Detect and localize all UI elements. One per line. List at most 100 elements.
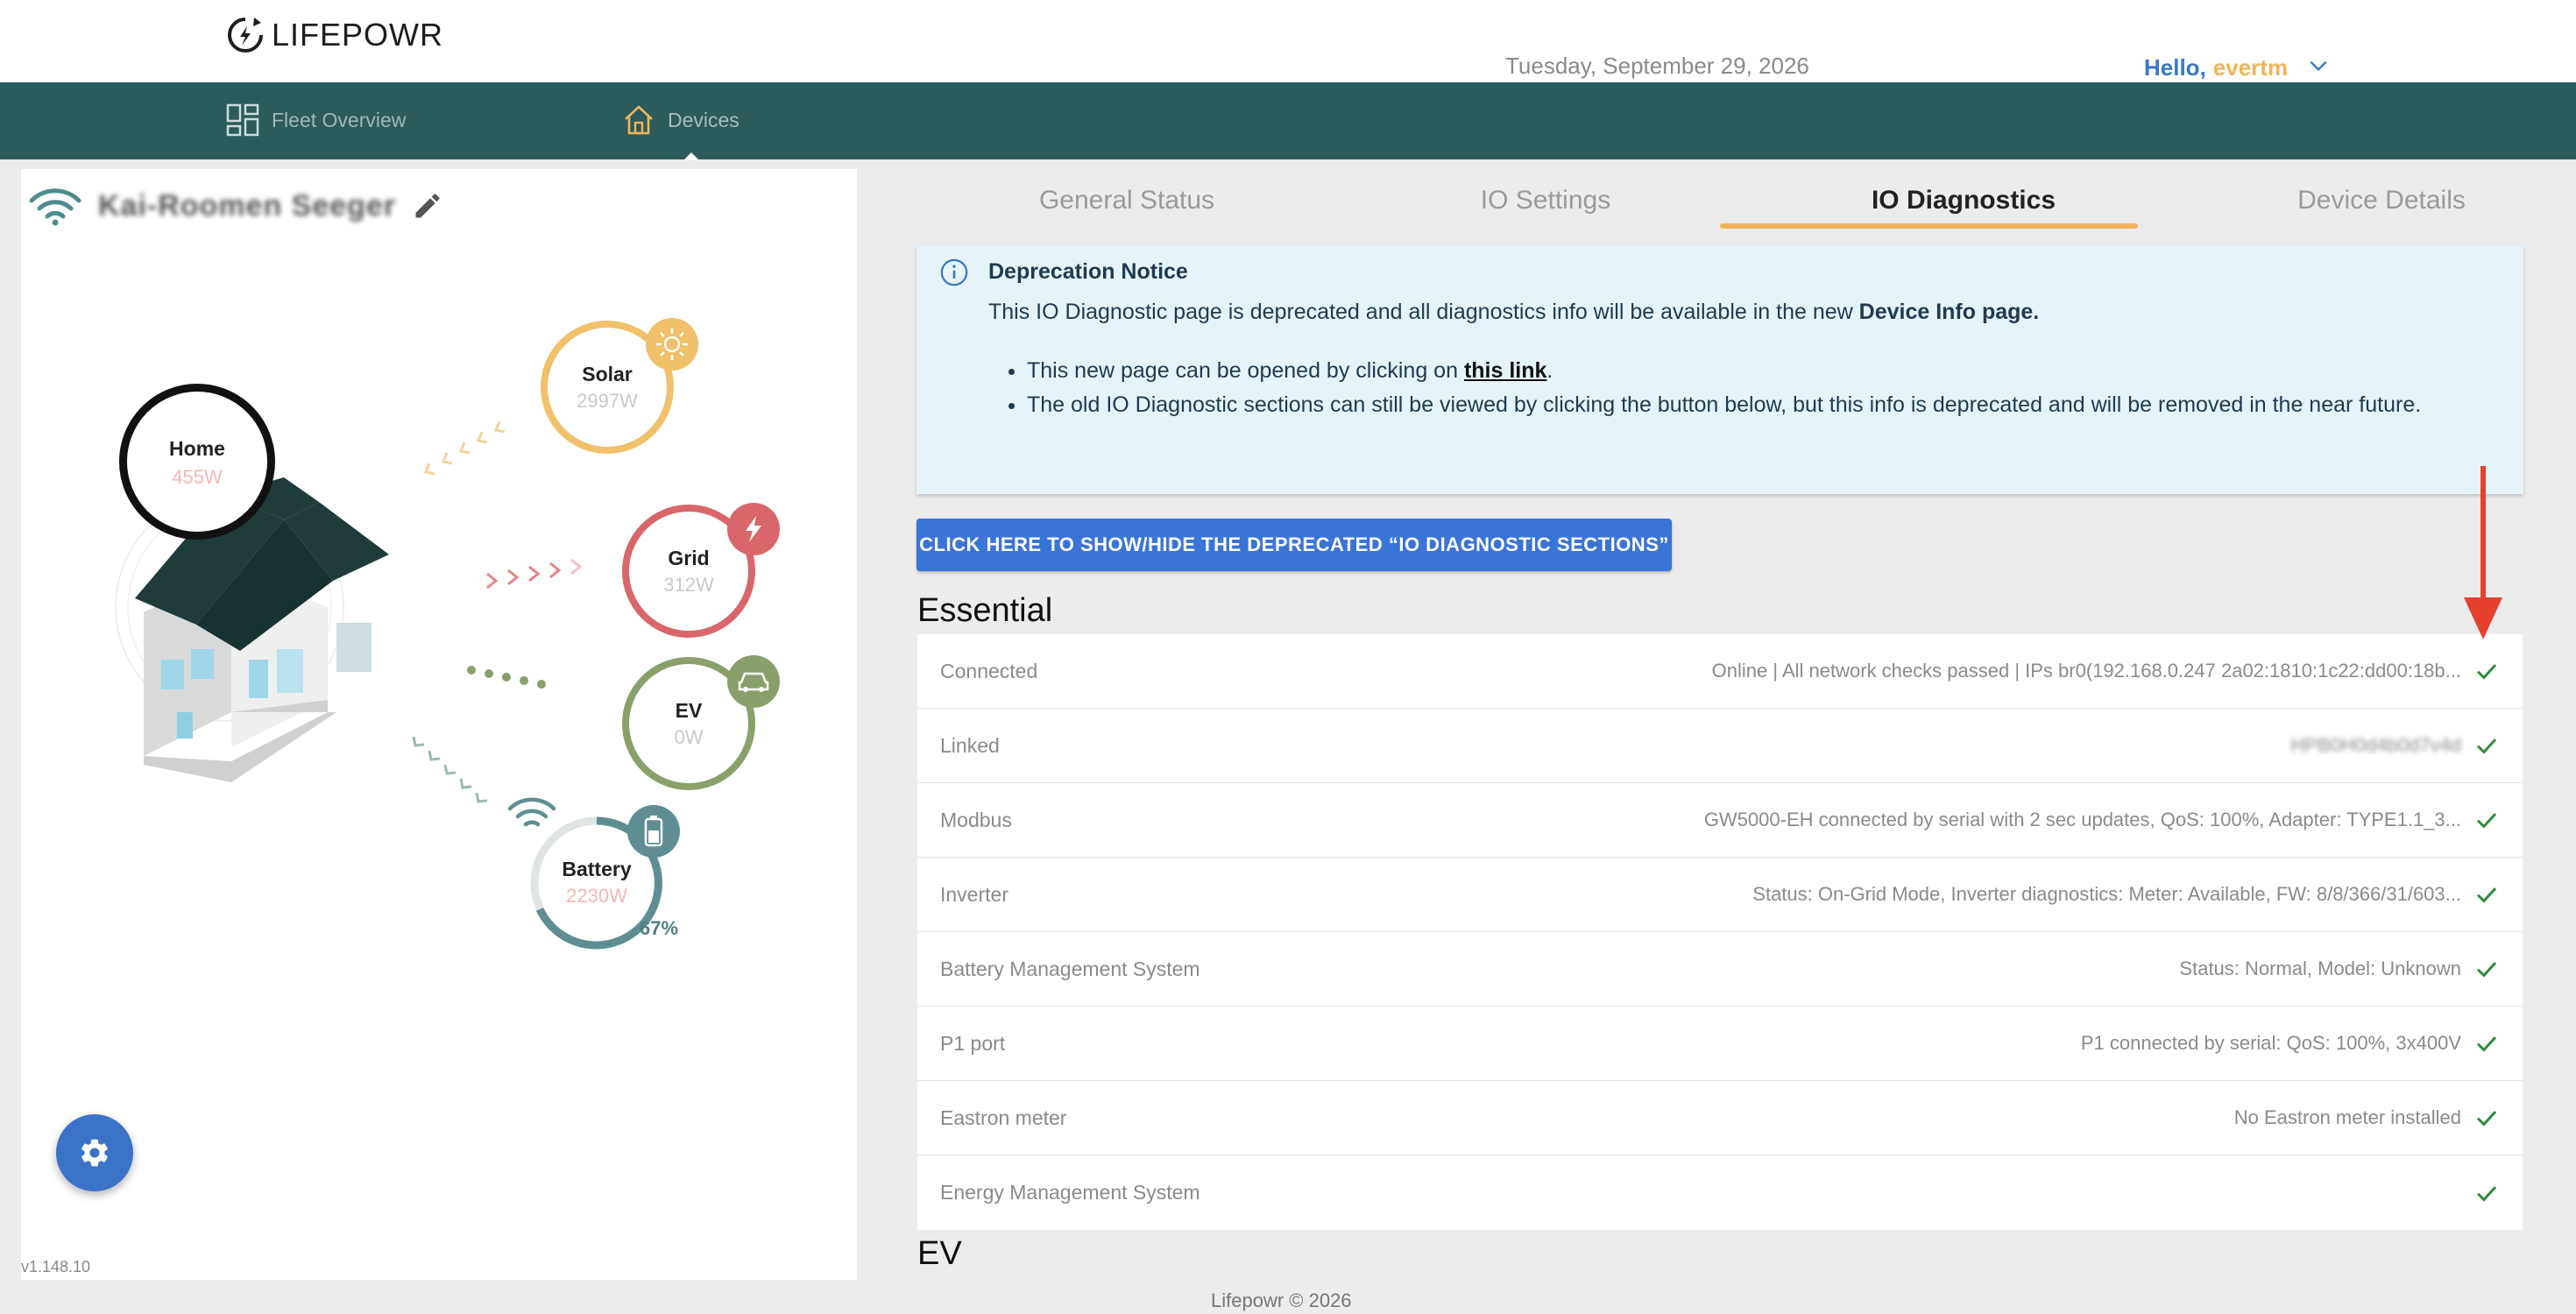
dashboard-icon: [226, 103, 259, 137]
solar-flow-chevrons: [423, 420, 506, 476]
greeting-text: Hello,: [2144, 54, 2206, 81]
diag-value: P1 connected by serial: QoS: 100%, 3x400…: [2080, 1032, 2461, 1054]
diag-label: Modbus: [940, 808, 1012, 831]
gear-icon: [81, 1139, 108, 1167]
diag-row-inverter: Inverter Status: On-Grid Mode, Inverter d…: [917, 858, 2523, 932]
user-menu[interactable]: Hello, evertm: [2144, 54, 2330, 81]
notice-bullets: This new page can be opened by clicking …: [1027, 354, 2490, 422]
diag-status: No Eastron meter installed: [2234, 1105, 2500, 1131]
grid-flow-chevrons: [486, 558, 583, 590]
diag-row-battery-management-system: Battery Management System Status: Normal,…: [917, 932, 2523, 1007]
car-icon: [727, 655, 780, 708]
battery-percent: 67%: [640, 917, 679, 939]
checkmark-icon: [2476, 1185, 2497, 1202]
battery-title: Battery: [562, 858, 632, 880]
diag-value: No Eastron meter installed: [2233, 1106, 2461, 1128]
diag-row-eastron-meter: Eastron meter No Eastron meter installed: [917, 1081, 2523, 1155]
diag-label: Linked: [940, 733, 1000, 757]
red-annotation-arrow: [2464, 466, 2502, 639]
lifepowr-logo-icon: [228, 18, 263, 53]
active-tab-indicator: [1720, 223, 2138, 229]
settings-button[interactable]: [56, 1114, 133, 1191]
footer-copyright: Lifepowr © 2026: [1211, 1289, 1352, 1311]
checkmark-icon: [2476, 664, 2497, 680]
section-title-essential: Essential: [917, 592, 1053, 629]
top-header: LIFEPOWR Tuesday, September 29, 2026 Hel…: [0, 0, 2576, 82]
solar-value: 2997W: [577, 390, 638, 412]
chevron-down-icon[interactable]: [2307, 54, 2330, 77]
diag-label: Inverter: [940, 882, 1008, 906]
bullet-1-end: .: [1546, 358, 1553, 383]
diag-row-energy-management-system: Energy Management System: [917, 1155, 2523, 1230]
ev-flow-dots: [467, 666, 546, 689]
tab-general-status[interactable]: General Status: [917, 186, 1336, 215]
device-info-link[interactable]: this link: [1464, 358, 1546, 383]
diag-value: Status: Normal, Model: Unknown: [2179, 957, 2461, 979]
battery-flow-chevrons: [412, 736, 488, 803]
diag-row-modbus: Modbus GW5000-EH connected by serial with…: [917, 783, 2523, 858]
main-nav: Fleet Overview Devices: [0, 82, 2576, 159]
lightning-icon: [727, 503, 780, 555]
bullet-1-text: This new page can be opened by clicking …: [1027, 358, 1464, 383]
checkmark-icon: [2476, 887, 2497, 903]
notice-body: This IO Diagnostic page is deprecated an…: [988, 300, 2039, 325]
toggle-deprecated-sections-button[interactable]: Click here to show/hide the deprecated “…: [916, 519, 1672, 571]
grid-title: Grid: [668, 547, 710, 569]
logo[interactable]: LIFEPOWR: [224, 14, 443, 56]
grid-value: 312W: [663, 574, 714, 596]
username: evertm: [2212, 54, 2289, 81]
battery-wifi-icon: [507, 797, 556, 827]
nav-fleet-label: Fleet Overview: [272, 108, 407, 131]
home-title: Home: [169, 437, 225, 460]
battery-icon: [627, 805, 680, 858]
ev-title: EV: [675, 699, 703, 722]
notice-bullet-2: The old IO Diagnostic sections can still…: [1027, 388, 2490, 422]
ev-value: 0W: [674, 726, 704, 748]
nav-devices[interactable]: Devices: [622, 103, 740, 137]
checkmark-icon: [2476, 1111, 2497, 1127]
notice-bullet-1: This new page can be opened by clicking …: [1027, 354, 2490, 388]
tab-device-details[interactable]: Device Details: [2172, 186, 2576, 215]
section-title-ev: EV: [917, 1235, 962, 1272]
diag-row-connected: Connected Online | All network checks pas…: [917, 634, 2523, 709]
sun-icon: [646, 318, 698, 371]
diag-label: P1 port: [940, 1031, 1006, 1055]
notice-body-bold: Device Info page.: [1858, 300, 2040, 324]
home-icon: [625, 105, 653, 135]
diag-value: Status: On-Grid Mode, Inverter diagnosti…: [1752, 883, 2461, 905]
home-node[interactable]: Home 455W: [119, 384, 275, 540]
diag-label: Battery Management System: [940, 957, 1200, 980]
solar-title: Solar: [582, 363, 633, 385]
essential-diagnostics-list: Connected Online | All network checks pas…: [917, 634, 2523, 1230]
nav-fleet-overview[interactable]: Fleet Overview: [226, 103, 406, 137]
logo-text: LIFEPOWR: [272, 17, 444, 53]
app-version: v1.148.10: [21, 1258, 91, 1275]
diag-status: HPB0H0d4b0d7v4d: [2291, 732, 2500, 759]
checkmark-icon: [2476, 813, 2497, 829]
checkmark-icon: [2476, 962, 2497, 978]
diag-status: Online | All network checks passed | IPs…: [1712, 658, 2500, 684]
diag-status: Status: On-Grid Mode, Inverter diagnosti…: [1752, 881, 2500, 908]
tab-io-settings[interactable]: IO Settings: [1336, 186, 1755, 215]
diag-status: Status: Normal, Model: Unknown: [2179, 956, 2500, 982]
diag-label: Energy Management System: [940, 1181, 1200, 1204]
diag-label: Connected: [940, 659, 1038, 682]
tab-io-diagnostics[interactable]: IO Diagnostics: [1754, 186, 2173, 215]
notice-title: Deprecation Notice: [988, 259, 1188, 284]
current-date: Tuesday, September 29, 2026: [1505, 53, 1809, 79]
checkmark-icon: [2476, 738, 2497, 754]
device-tabs: General Status IO Settings IO Diagnostic…: [911, 172, 2523, 233]
notice-body-text: This IO Diagnostic page is deprecated an…: [988, 300, 1859, 324]
diag-row-linked: Linked HPB0H0d4b0d7v4d: [917, 709, 2523, 783]
active-nav-indicator: [683, 152, 699, 160]
diag-value: Online | All network checks passed | IPs…: [1711, 660, 2461, 682]
diag-status: GW5000-EH connected by serial with 2 sec…: [1704, 807, 2500, 833]
diag-value: GW5000-EH connected by serial with 2 sec…: [1703, 809, 2461, 830]
battery-value: 2230W: [566, 885, 627, 907]
checkmark-icon: [2476, 1036, 2497, 1052]
nav-devices-label: Devices: [668, 108, 740, 131]
device-panel: Kai-Roomen Seeger Home 455W Solar 2997W …: [21, 169, 857, 1280]
diag-value: HPB0H0d4b0d7v4d: [2290, 734, 2461, 756]
diag-status: P1 connected by serial: QoS: 100%, 3x400…: [2081, 1030, 2500, 1056]
diag-label: Eastron meter: [940, 1106, 1067, 1129]
